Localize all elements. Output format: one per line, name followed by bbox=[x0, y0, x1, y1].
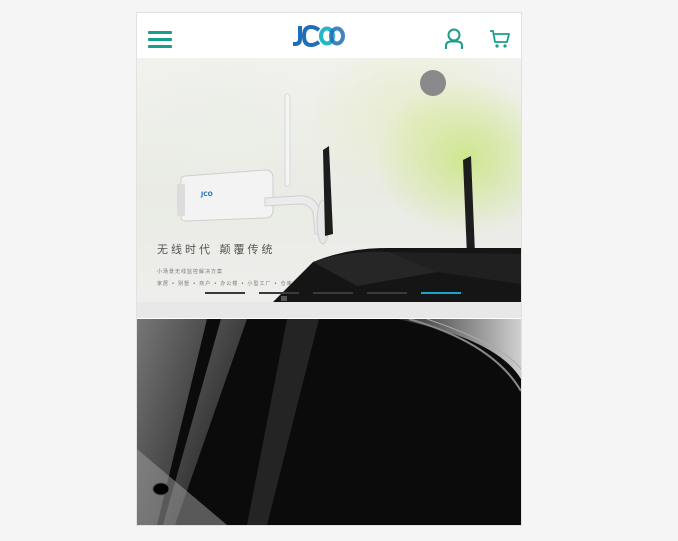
carousel-dot[interactable] bbox=[259, 292, 299, 294]
carousel-dot-active[interactable] bbox=[421, 292, 461, 294]
carousel-indicator[interactable] bbox=[420, 70, 446, 96]
cart-icon[interactable] bbox=[489, 28, 511, 50]
menu-button[interactable] bbox=[148, 29, 172, 49]
camera-logo-text: JCO bbox=[201, 191, 213, 198]
hamburger-icon-bar bbox=[148, 45, 172, 48]
product-closeup-image bbox=[137, 319, 521, 525]
section-divider bbox=[137, 302, 521, 318]
product-banner[interactable] bbox=[137, 319, 521, 525]
hero-scenario-list: 家居 • 别墅 • 商户 • 办公楼 • 小型工厂 • 仓库 bbox=[157, 281, 293, 287]
carousel-dots bbox=[205, 292, 485, 294]
jco-logo[interactable] bbox=[291, 23, 347, 49]
hero-illustration bbox=[177, 93, 521, 302]
carousel-dot[interactable] bbox=[367, 292, 407, 294]
hero-banner[interactable]: JCO 无线时代 颠覆传统 小场景无线监控解决方案 家居 • 别墅 • 商户 •… bbox=[137, 58, 521, 302]
mobile-page: JCO 无线时代 颠覆传统 小场景无线监控解决方案 家居 • 别墅 • 商户 •… bbox=[136, 12, 522, 526]
hamburger-icon-bar bbox=[148, 38, 172, 41]
camera-badge: JCO bbox=[201, 181, 219, 198]
hamburger-icon-bar bbox=[148, 31, 172, 34]
hero-title: 无线时代 颠覆传统 bbox=[157, 243, 276, 256]
carousel-dot[interactable] bbox=[313, 292, 353, 294]
user-icon[interactable] bbox=[443, 27, 465, 51]
carousel-dot[interactable] bbox=[205, 292, 245, 294]
top-header bbox=[137, 13, 521, 58]
hero-subtitle: 小场景无线监控解决方案 bbox=[157, 269, 224, 275]
